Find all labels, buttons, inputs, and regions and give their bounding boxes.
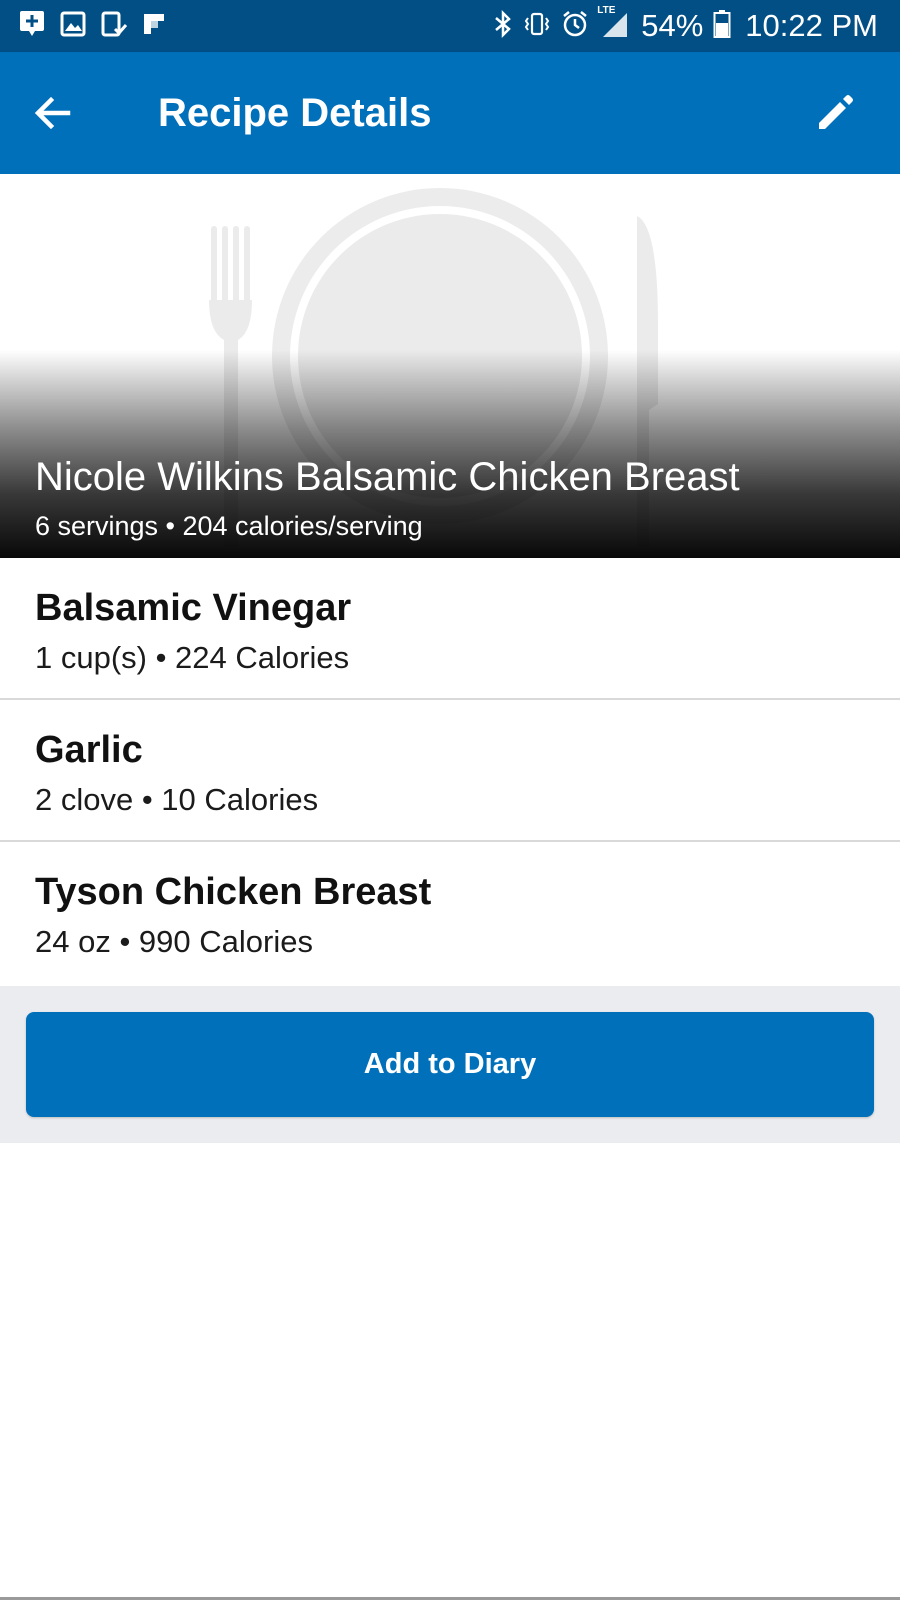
vibrate-icon	[523, 9, 551, 44]
edit-button[interactable]	[812, 90, 858, 136]
gallery-icon	[60, 11, 86, 42]
flipboard-icon	[142, 12, 166, 41]
alarm-icon	[561, 9, 589, 44]
page-title: Recipe Details	[158, 91, 432, 135]
ingredient-quantity-calories: 1 cup(s) • 224 Calories	[35, 640, 350, 675]
lte-signal-icon: LTE	[597, 5, 629, 44]
lte-label: LTE	[597, 4, 616, 16]
ingredient-list: Balsamic Vinegar 1 cup(s) • 224 Calories…	[0, 558, 900, 982]
ingredient-quantity-calories: 2 clove • 10 Calories	[35, 782, 319, 817]
status-bar: LTE 54% 10:22 PM	[0, 0, 900, 52]
action-area: Add to Diary	[0, 986, 900, 1143]
ingredient-row[interactable]: Garlic 2 clove • 10 Calories	[0, 700, 900, 842]
pencil-icon	[819, 95, 853, 129]
tablet-check-icon	[100, 10, 128, 43]
ingredient-row[interactable]: Tyson Chicken Breast 24 oz • 990 Calorie…	[0, 842, 900, 982]
ingredient-name: Garlic	[35, 729, 143, 771]
ingredient-row[interactable]: Balsamic Vinegar 1 cup(s) • 224 Calories	[0, 558, 900, 700]
message-icon	[18, 9, 46, 44]
ingredient-quantity-calories: 24 oz • 990 Calories	[35, 924, 313, 959]
battery-percent: 54%	[641, 8, 704, 43]
hero-gradient-overlay	[0, 174, 900, 558]
battery-icon	[713, 9, 731, 44]
status-bar-notifications	[18, 9, 180, 44]
arrow-back-icon	[34, 96, 71, 130]
recipe-name: Nicole Wilkins Balsamic Chicken Breast	[35, 455, 740, 499]
status-bar-system: LTE 54% 10:22 PM	[483, 5, 878, 44]
ingredient-name: Tyson Chicken Breast	[35, 871, 432, 913]
back-button[interactable]	[30, 90, 76, 136]
bluetooth-icon	[493, 9, 513, 44]
status-time: 10:22 PM	[745, 8, 878, 43]
recipe-hero: Nicole Wilkins Balsamic Chicken Breast 6…	[0, 174, 900, 558]
app-bar: Recipe Details	[0, 52, 900, 174]
recipe-details-screen: LTE 54% 10:22 PM Recipe Details Nicole W…	[0, 0, 900, 1600]
add-to-diary-button[interactable]: Add to Diary	[26, 1012, 874, 1117]
recipe-servings-calories: 6 servings • 204 calories/serving	[35, 511, 423, 541]
ingredient-name: Balsamic Vinegar	[35, 587, 352, 629]
